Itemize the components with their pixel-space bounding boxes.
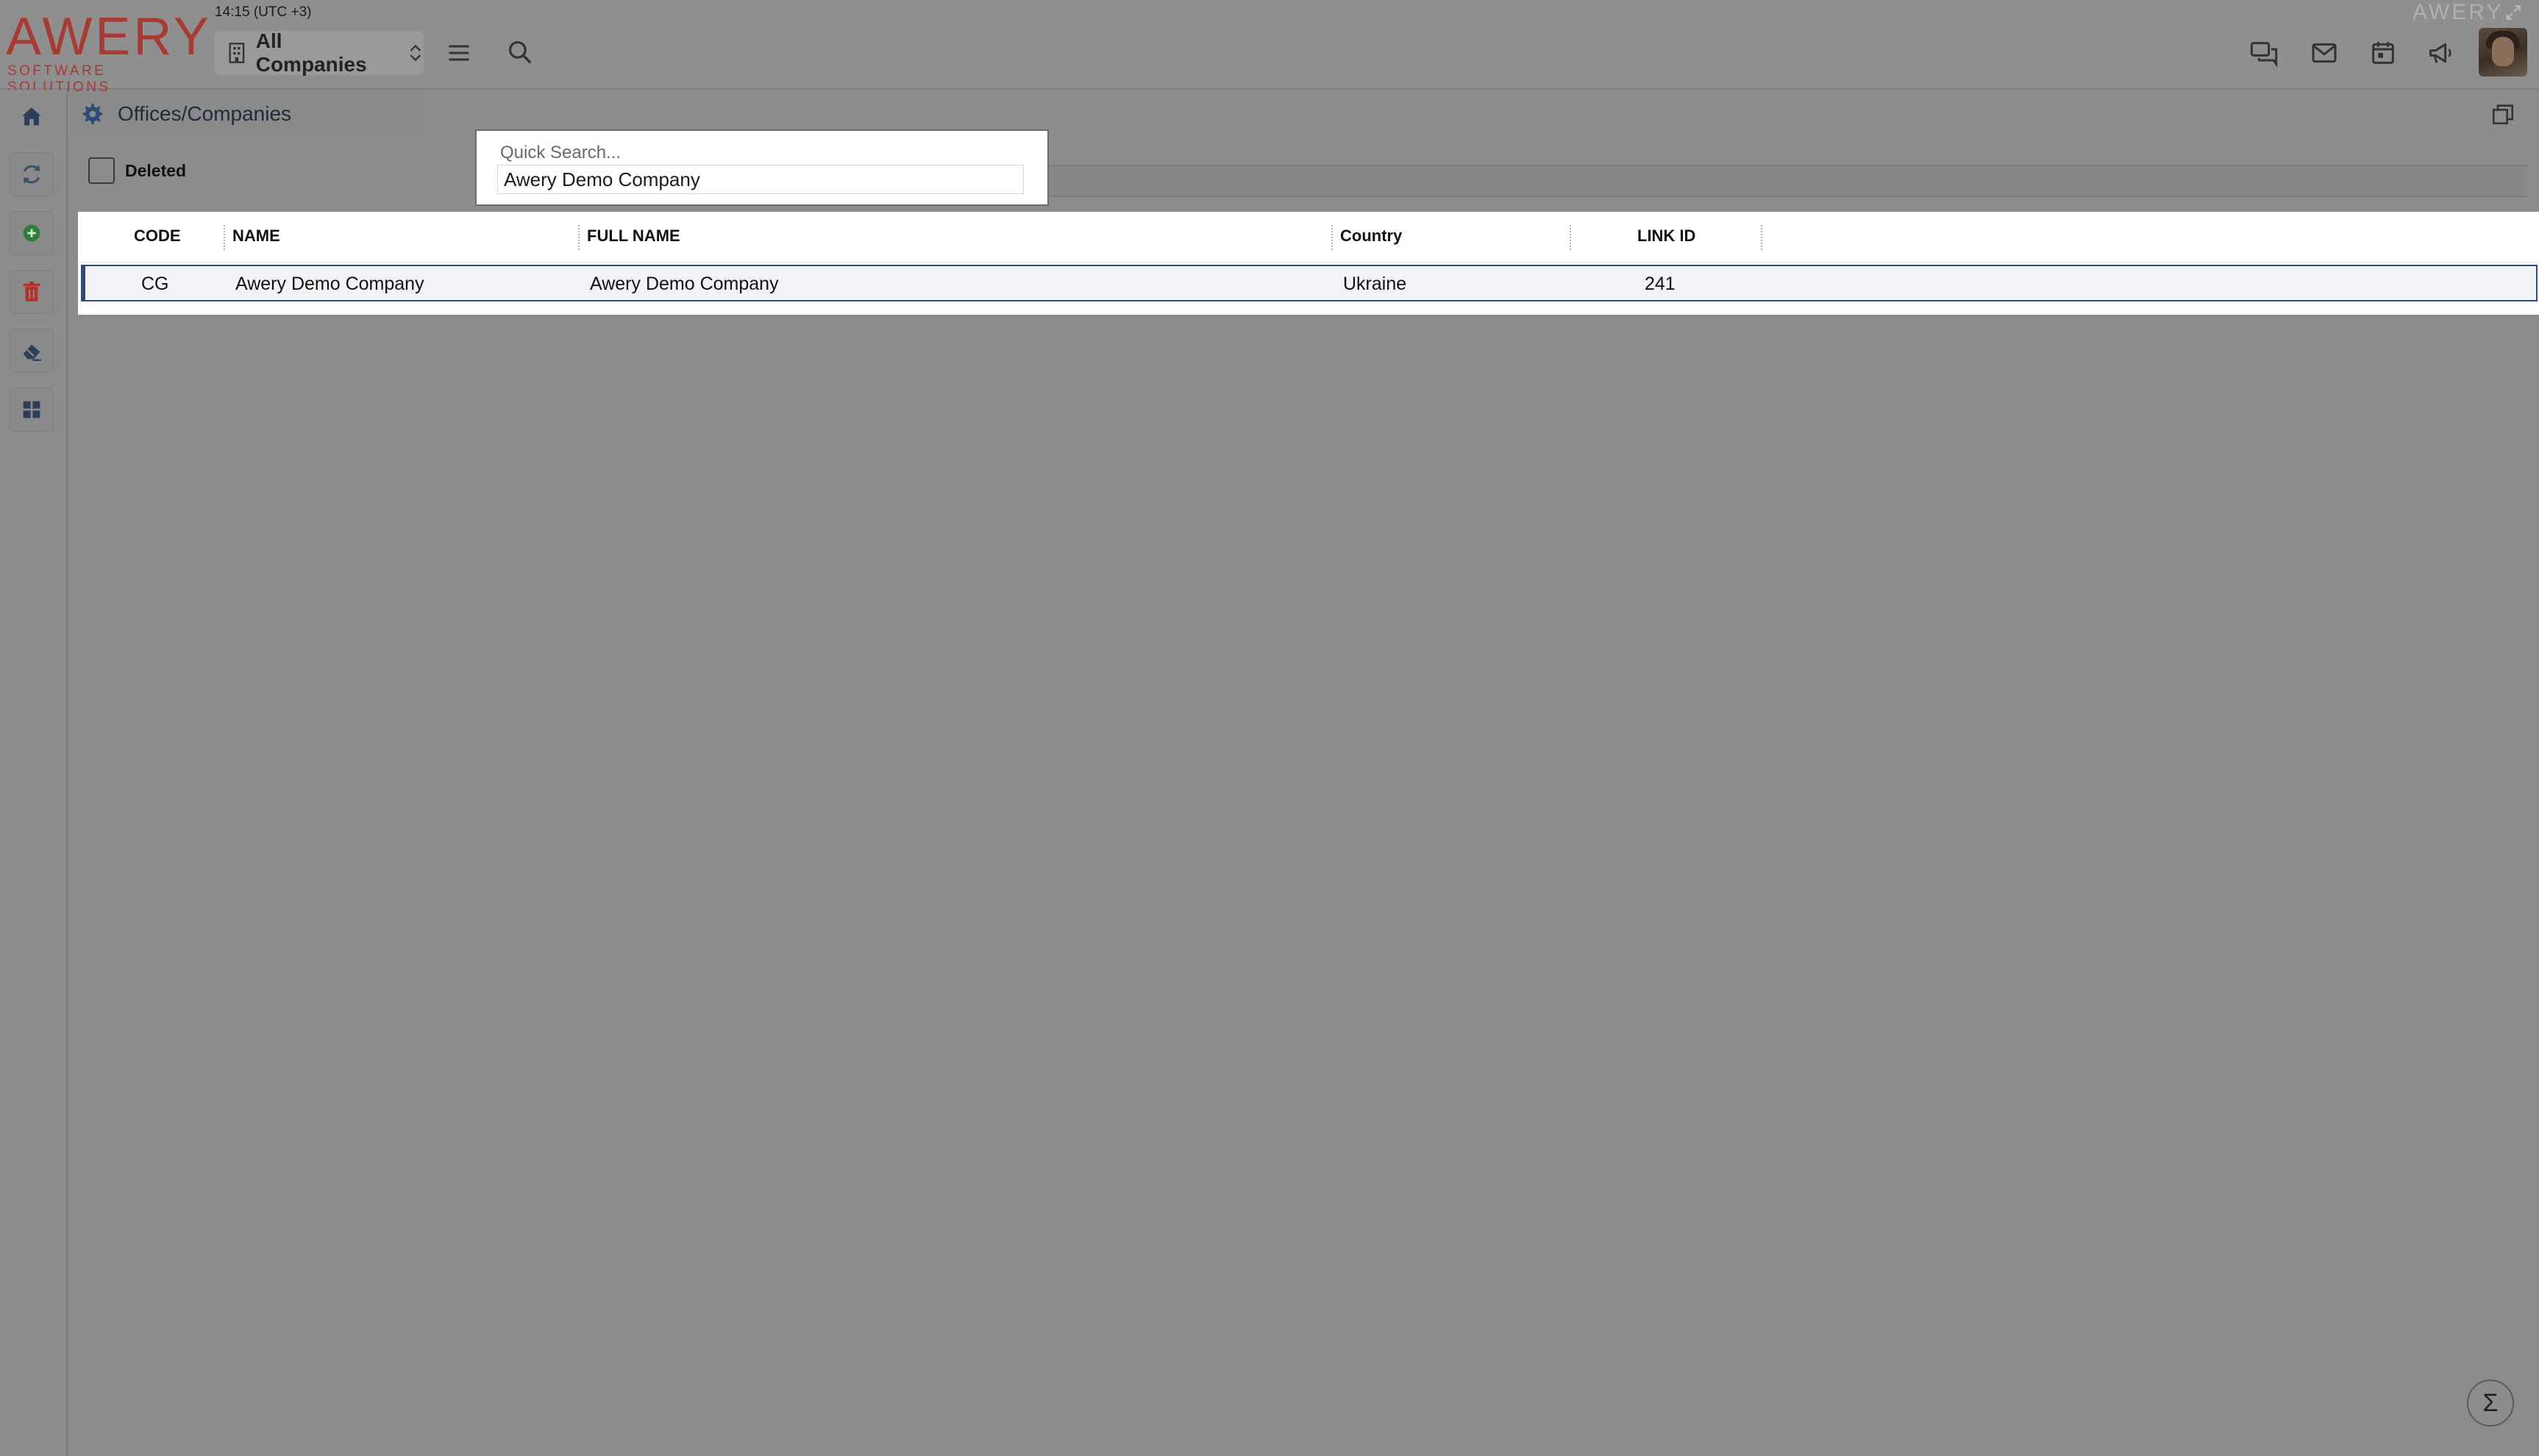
refresh-icon (23, 165, 40, 184)
layout-button[interactable] (10, 388, 53, 431)
chat-icon[interactable] (2249, 38, 2279, 68)
table-header: CODE NAME FULL NAME Country LINK ID (78, 212, 2539, 263)
brand-small: AWERY (2412, 0, 2504, 24)
column-separator[interactable] (1570, 225, 1571, 250)
clear-button[interactable] (10, 329, 53, 372)
menu-icon[interactable] (446, 40, 472, 66)
filter-bar (1047, 165, 2527, 197)
trash-icon (23, 281, 40, 301)
building-icon (229, 43, 245, 63)
delete-button[interactable] (10, 271, 53, 313)
top-bar: AWERY SOFTWARE SOLUTIONS 14:15 (UTC +3) … (0, 0, 2539, 95)
column-separator[interactable] (1331, 225, 1333, 250)
grid-icon (23, 401, 40, 418)
companies-table: CODE NAME FULL NAME Country LINK ID CG A… (78, 212, 2539, 315)
column-header-link-id[interactable]: LINK ID (1637, 226, 1695, 246)
column-header-full-name[interactable]: FULL NAME (587, 226, 680, 246)
column-separator[interactable] (224, 225, 225, 250)
logo-wordmark: AWERY (6, 7, 213, 66)
awery-logo[interactable]: AWERY SOFTWARE SOLUTIONS (6, 7, 209, 95)
add-icon (23, 224, 40, 242)
quick-search-input[interactable] (497, 165, 1024, 194)
tab-offices-companies[interactable]: Offices/Companies (68, 91, 421, 137)
refresh-button[interactable] (10, 153, 53, 196)
gear-icon (82, 104, 103, 124)
clock: 14:15 (UTC +3) (215, 4, 312, 20)
mail-icon[interactable] (2310, 38, 2339, 68)
sigma-icon[interactable]: Σ (2467, 1380, 2514, 1427)
restore-window-icon[interactable] (2490, 101, 2515, 126)
megaphone-icon[interactable] (2426, 38, 2455, 68)
tab-title: Offices/Companies (118, 102, 292, 125)
home-icon (22, 107, 41, 126)
avatar[interactable] (2479, 28, 2527, 76)
cell-full-name: Awery Demo Company (590, 274, 779, 294)
table-row[interactable]: CG Awery Demo Company Awery Demo Company… (81, 265, 2538, 301)
tab-strip: Offices/Companies (68, 91, 2539, 137)
company-selector[interactable]: All Companies (215, 29, 424, 76)
chevron-updown-icon (410, 44, 421, 62)
quick-search-popup: Quick Search... (475, 129, 1049, 206)
deleted-checkbox[interactable] (88, 157, 115, 184)
eraser-icon (23, 344, 41, 361)
deleted-label: Deleted (125, 160, 187, 180)
cell-name: Awery Demo Company (235, 274, 424, 294)
add-button[interactable] (10, 212, 53, 254)
column-header-name[interactable]: NAME (232, 226, 280, 246)
cell-code: CG (141, 274, 169, 294)
home-button[interactable] (10, 96, 53, 138)
deleted-filter[interactable]: Deleted (88, 154, 186, 187)
column-header-country[interactable]: Country (1340, 226, 1402, 246)
search-icon[interactable] (506, 38, 534, 66)
column-separator[interactable] (578, 225, 580, 250)
left-toolbar (0, 90, 68, 1456)
cell-link-id: 241 (1645, 274, 1676, 294)
column-header-code[interactable]: CODE (134, 226, 181, 246)
cell-country: Ukraine (1343, 274, 1407, 294)
expand-icon[interactable] (2504, 3, 2523, 22)
column-separator[interactable] (1761, 225, 1762, 250)
quick-search-label: Quick Search... (500, 143, 622, 163)
calendar-icon[interactable] (2368, 38, 2398, 68)
company-selector-label: All Companies (255, 29, 367, 76)
avatar-face (2492, 37, 2514, 66)
